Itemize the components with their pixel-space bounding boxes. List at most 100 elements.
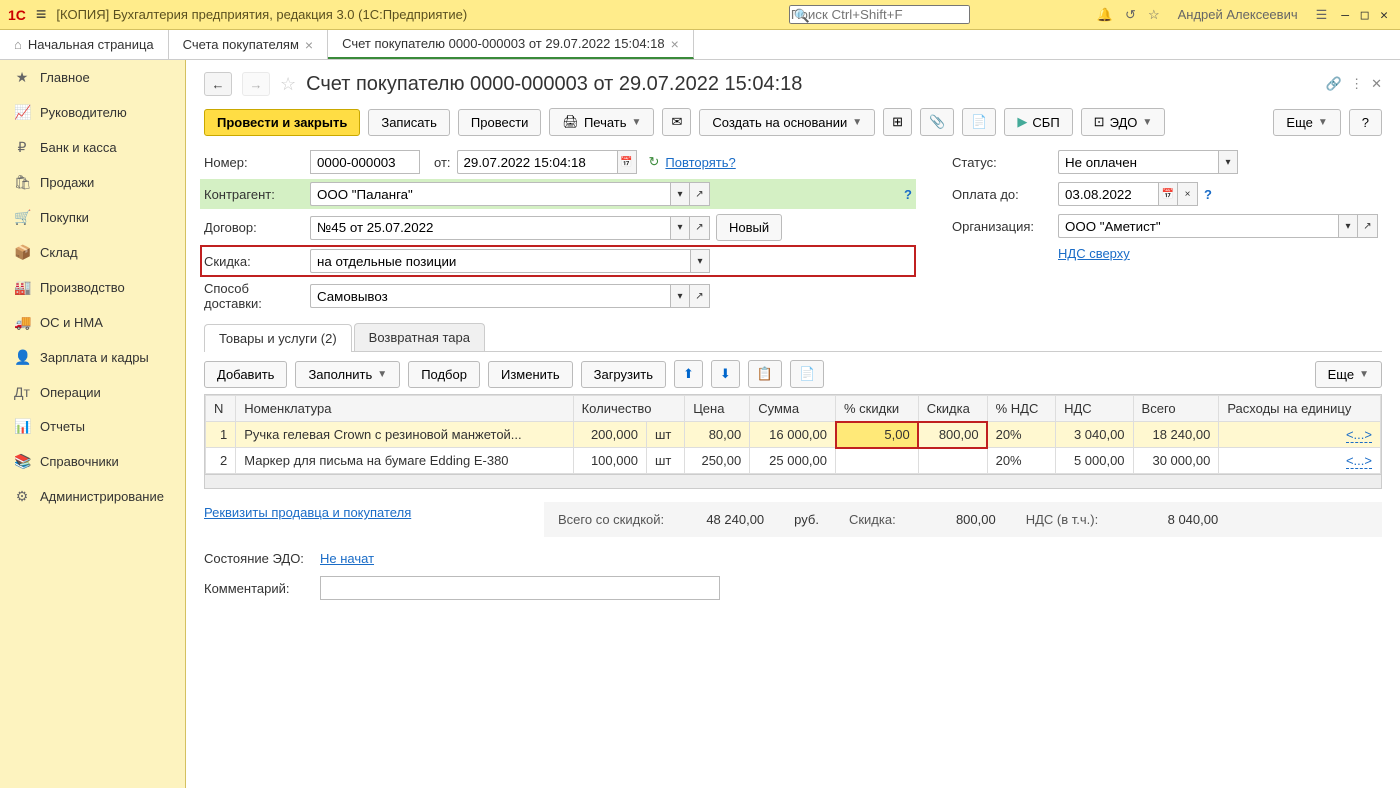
status-input[interactable]	[1058, 150, 1218, 174]
col-sum[interactable]: Сумма	[750, 396, 836, 422]
sidebar-item-production[interactable]: 🏭Производство	[0, 270, 185, 305]
repeat-link[interactable]: Повторять?	[665, 155, 735, 170]
close-icon[interactable]: ×	[305, 37, 313, 53]
sidebar-item-purchases[interactable]: 🛒Покупки	[0, 200, 185, 235]
settings-icon[interactable]: ☰	[1316, 7, 1328, 23]
col-nomen[interactable]: Номенклатура	[236, 396, 573, 422]
repeat-icon[interactable]: ↻	[649, 154, 660, 170]
col-disc[interactable]: Скидка	[918, 396, 987, 422]
col-exp[interactable]: Расходы на единицу	[1219, 396, 1381, 422]
table-more-button[interactable]: Еще▼	[1315, 361, 1382, 388]
move-up-button[interactable]: ⬆	[674, 360, 703, 388]
nav-forward-button[interactable]: →	[242, 72, 270, 96]
delivery-input[interactable]	[310, 284, 670, 308]
structure-button[interactable]: ⊞	[883, 108, 912, 136]
requisites-link[interactable]: Реквизиты продавца и покупателя	[204, 505, 411, 520]
minimize-button[interactable]: —	[1337, 8, 1353, 23]
chevron-down-icon[interactable]: ▾	[1338, 214, 1358, 238]
exp-link[interactable]: <...>	[1346, 427, 1372, 443]
discount-input[interactable]	[310, 249, 690, 273]
sidebar-item-reports[interactable]: 📊Отчеты	[0, 409, 185, 444]
open-icon[interactable]: ↗	[690, 216, 710, 240]
create-based-button[interactable]: Создать на основании▼	[699, 109, 875, 136]
chevron-down-icon[interactable]: ▾	[1218, 150, 1238, 174]
edo-button[interactable]: ⊡ЭДО▼	[1081, 108, 1166, 136]
print-button[interactable]: 🖨Печать▼	[549, 108, 654, 136]
pick-button[interactable]: Подбор	[408, 361, 480, 388]
favorite-icon[interactable]: ☆	[280, 74, 296, 95]
sidebar-item-admin[interactable]: ⚙Администрирование	[0, 479, 185, 514]
col-total[interactable]: Всего	[1133, 396, 1219, 422]
contract-input[interactable]	[310, 216, 670, 240]
sidebar-item-hr[interactable]: 👤Зарплата и кадры	[0, 340, 185, 375]
subtab-tara[interactable]: Возвратная тара	[354, 323, 485, 351]
goods-grid[interactable]: N Номенклатура Количество Цена Сумма % с…	[204, 394, 1382, 475]
more-button[interactable]: Еще▼	[1273, 109, 1340, 136]
close-icon[interactable]: ×	[671, 36, 679, 52]
doc-icon-button[interactable]: 📄	[962, 108, 996, 136]
sidebar-item-main[interactable]: ★Главное	[0, 60, 185, 95]
clear-icon[interactable]: ×	[1178, 182, 1198, 206]
history-icon[interactable]: ↺	[1125, 7, 1136, 23]
mail-button[interactable]: ✉	[662, 108, 691, 136]
sidebar-item-sales[interactable]: 🛍Продажи	[0, 165, 185, 200]
edo-state-link[interactable]: Не начат	[320, 551, 374, 566]
col-n[interactable]: N	[206, 396, 236, 422]
col-disc-pct[interactable]: % скидки	[836, 396, 919, 422]
col-vat[interactable]: НДС	[1056, 396, 1133, 422]
close-button[interactable]: ✕	[1376, 8, 1392, 23]
chevron-down-icon[interactable]: ▾	[690, 249, 710, 273]
table-row[interactable]: 2 Маркер для письма на бумаге Edding E-3…	[206, 448, 1381, 474]
open-icon[interactable]: ↗	[690, 284, 710, 308]
open-icon[interactable]: ↗	[690, 182, 710, 206]
write-button[interactable]: Записать	[368, 109, 450, 136]
paste-button[interactable]: 📄	[790, 360, 824, 388]
change-button[interactable]: Изменить	[488, 361, 573, 388]
star-icon[interactable]: ☆	[1148, 7, 1160, 23]
calendar-icon[interactable]: 📅	[617, 150, 637, 174]
move-down-button[interactable]: ⬇	[711, 360, 740, 388]
exp-link[interactable]: <...>	[1346, 453, 1372, 469]
nav-back-button[interactable]: ←	[204, 72, 232, 96]
tab-invoice-doc[interactable]: Счет покупателю 0000-000003 от 29.07.202…	[328, 30, 694, 59]
sidebar-item-bank[interactable]: ₽Банк и касса	[0, 130, 185, 165]
help-button[interactable]: ?	[1349, 109, 1382, 136]
bell-icon[interactable]: 🔔	[1097, 7, 1113, 23]
open-icon[interactable]: ↗	[1358, 214, 1378, 238]
add-row-button[interactable]: Добавить	[204, 361, 287, 388]
tab-home[interactable]: ⌂ Начальная страница	[0, 30, 169, 59]
sidebar-item-assets[interactable]: 🚚ОС и НМА	[0, 305, 185, 340]
more-icon[interactable]: ⋮	[1350, 76, 1363, 92]
calendar-icon[interactable]: 📅	[1158, 182, 1178, 206]
maximize-button[interactable]: □	[1357, 8, 1373, 23]
org-input[interactable]	[1058, 214, 1338, 238]
date-input[interactable]	[457, 150, 617, 174]
copy-button[interactable]: 📋	[748, 360, 782, 388]
close-panel-button[interactable]: ✕	[1371, 76, 1382, 92]
fill-button[interactable]: Заполнить▼	[295, 361, 400, 388]
post-button[interactable]: Провести	[458, 109, 542, 136]
pay-until-input[interactable]	[1058, 182, 1158, 206]
post-and-close-button[interactable]: Провести и закрыть	[204, 109, 360, 136]
load-button[interactable]: Загрузить	[581, 361, 666, 388]
user-name[interactable]: Андрей Алексеевич	[1178, 7, 1298, 22]
sidebar-item-manager[interactable]: 📈Руководителю	[0, 95, 185, 130]
hamburger-icon[interactable]: ≡	[36, 4, 47, 25]
horizontal-scrollbar[interactable]	[204, 475, 1382, 489]
tab-invoices[interactable]: Счета покупателям ×	[169, 30, 328, 59]
chevron-down-icon[interactable]: ▾	[670, 182, 690, 206]
new-contract-button[interactable]: Новый	[716, 214, 782, 241]
vat-mode-link[interactable]: НДС сверху	[1058, 246, 1130, 261]
search-input[interactable]	[789, 5, 970, 24]
col-qty[interactable]: Количество	[573, 396, 685, 422]
col-price[interactable]: Цена	[685, 396, 750, 422]
number-input[interactable]	[310, 150, 420, 174]
attach-button[interactable]: 📎	[920, 108, 954, 136]
col-vat-pct[interactable]: % НДС	[987, 396, 1055, 422]
help-icon[interactable]: ?	[1204, 187, 1212, 202]
sidebar-item-warehouse[interactable]: 📦Склад	[0, 235, 185, 270]
sidebar-item-operations[interactable]: ДтОперации	[0, 375, 185, 409]
link-icon[interactable]: 🔗	[1326, 76, 1342, 92]
subtab-goods[interactable]: Товары и услуги (2)	[204, 324, 352, 352]
chevron-down-icon[interactable]: ▾	[670, 284, 690, 308]
